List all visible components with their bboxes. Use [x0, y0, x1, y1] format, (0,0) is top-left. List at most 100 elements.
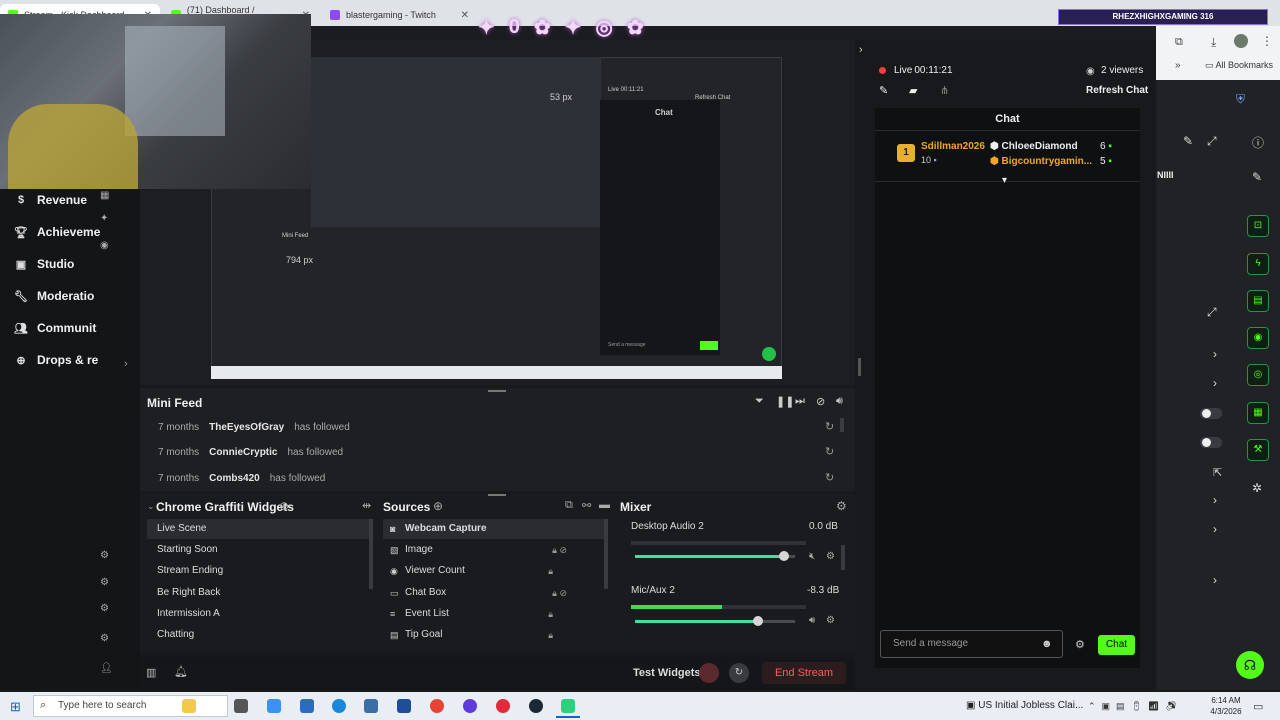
toggle-switch[interactable]: [1200, 437, 1222, 448]
volume-slider[interactable]: [635, 616, 795, 626]
lock-icon[interactable]: 🔒︎ ⊘: [552, 583, 567, 603]
source-item[interactable]: ◉ Viewer Count 🔒︎: [383, 561, 605, 581]
wrench-icon[interactable]: ⚒: [1247, 439, 1269, 461]
sidebar-item-achievements[interactable]: 🏆︎ Achieveme: [14, 225, 100, 239]
replay-icon[interactable]: ↻: [825, 420, 834, 433]
gear-icon[interactable]: ⚙: [1075, 638, 1085, 651]
folder-icon[interactable]: ▬: [599, 499, 610, 511]
source-item[interactable]: ▭ Chat Box 🔒︎ ⊘: [383, 583, 605, 603]
scene-item[interactable]: Starting Soon: [147, 540, 373, 560]
clip-icon[interactable]: ▰: [909, 84, 917, 97]
sidebar-item-community[interactable]: 👥︎ Communit: [14, 321, 96, 335]
copilot-icon[interactable]: [267, 699, 281, 713]
clipboard-icon[interactable]: ▤: [1247, 290, 1269, 312]
tool-icon[interactable]: ⚙: [100, 577, 109, 588]
toggle-switch[interactable]: [1200, 408, 1222, 419]
group-icon[interactable]: ⧉: [565, 499, 573, 512]
chevron-right-icon[interactable]: ›: [1213, 376, 1217, 390]
store-icon[interactable]: [364, 699, 378, 713]
close-icon[interactable]: ✕: [461, 10, 469, 21]
gear-icon[interactable]: ⚙: [836, 499, 847, 513]
chevron-right-icon[interactable]: »: [1175, 60, 1181, 71]
chevron-right-icon[interactable]: ›: [1213, 522, 1217, 536]
discord-icon[interactable]: [463, 699, 477, 713]
taskbar-clock[interactable]: 6:14 AM 4/3/2026: [1205, 695, 1247, 717]
notification-icon[interactable]: ▭: [1253, 700, 1263, 713]
scene-item[interactable]: Stream Ending: [147, 561, 373, 581]
settings-icon[interactable]: ⚙: [100, 633, 109, 644]
preview-resize-handle[interactable]: [858, 358, 861, 376]
lock-icon[interactable]: 🔒︎: [548, 625, 553, 645]
scene-item[interactable]: Intermission A: [147, 604, 373, 624]
sidebar-item-studio[interactable]: ▣ Studio: [14, 257, 75, 271]
replay-icon[interactable]: ↻: [825, 445, 834, 458]
add-source-icon[interactable]: ⊕: [433, 499, 443, 513]
expand-icon[interactable]: ⤢: [1207, 134, 1217, 149]
add-scene-icon[interactable]: ⊕: [279, 499, 289, 513]
user-icon[interactable]: 👤︎: [100, 663, 113, 674]
steam-icon[interactable]: [529, 699, 543, 713]
sparkle-icon[interactable]: ✦: [100, 213, 108, 224]
expand-icon[interactable]: ⤢: [1207, 305, 1217, 320]
collapse-chevron-icon[interactable]: ›: [124, 358, 128, 370]
task-view-icon[interactable]: [234, 699, 248, 713]
news-widget[interactable]: ▣ US Initial Jobless Clai...: [966, 700, 1083, 711]
refresh-chat-button[interactable]: Refresh Chat: [1086, 85, 1148, 96]
windows-start-icon[interactable]: ⊞: [10, 699, 21, 715]
tab-twitch[interactable]: blastergaming - Twitch ✕: [322, 4, 477, 26]
more-menu-icon[interactable]: ⋮: [1261, 34, 1273, 48]
chat-user-row[interactable]: ⬢ Bigcountrygamin...: [990, 156, 1092, 167]
sidebar-item-drops[interactable]: ⊕ Drops & re: [14, 353, 98, 367]
slider-knob[interactable]: [779, 551, 789, 561]
scene-item[interactable]: Live Scene: [147, 519, 373, 539]
scrollbar[interactable]: [840, 418, 844, 432]
lightning-icon[interactable]: ϟ: [1247, 253, 1269, 275]
stats-icon[interactable]: ▥: [146, 666, 156, 679]
settings-dots-icon[interactable]: ✲: [1252, 481, 1262, 495]
mute-icon[interactable]: 🔇︎: [809, 551, 815, 562]
sidebar-item-revenue[interactable]: $ Revenue: [14, 193, 87, 207]
chevron-right-icon[interactable]: ›: [1213, 573, 1217, 587]
source-item[interactable]: ▧ Image 🔒︎ ⊘: [383, 540, 605, 560]
scrollbar[interactable]: [841, 545, 845, 570]
chevron-right-icon[interactable]: ›: [1213, 493, 1217, 507]
gear-icon[interactable]: ⚙: [826, 551, 835, 562]
tool-icon[interactable]: ⚙: [100, 603, 109, 614]
transition-icon[interactable]: ⇹: [362, 499, 371, 512]
external-icon[interactable]: ⇱: [1213, 466, 1222, 479]
tool-icon[interactable]: ▦: [100, 190, 109, 201]
slider-knob[interactable]: [753, 616, 763, 626]
emoji-icon[interactable]: ☻: [1041, 638, 1053, 650]
chat-message-input[interactable]: Send a message: [880, 630, 1063, 658]
chat-icon[interactable]: ◉: [1247, 327, 1269, 349]
gear-icon[interactable]: ⚙: [826, 615, 835, 626]
pencil-icon[interactable]: ✎: [1183, 134, 1193, 148]
filter-icon[interactable]: ⏷: [755, 395, 764, 408]
record-button[interactable]: [699, 663, 719, 683]
streamlabs-icon[interactable]: [561, 699, 575, 713]
sidebar-item-moderation[interactable]: 🔧︎ Moderatio: [14, 289, 94, 303]
scene-item[interactable]: Chatting: [147, 625, 373, 645]
chat-send-button[interactable]: Chat: [1098, 635, 1135, 655]
share-icon[interactable]: ⋔: [940, 84, 949, 97]
source-item[interactable]: ◙ Webcam Capture: [383, 519, 605, 539]
broadcast-icon[interactable]: ◎: [1247, 364, 1269, 386]
chevron-right-icon[interactable]: ›: [1213, 347, 1217, 361]
source-item[interactable]: ≡ Event List 🔒︎: [383, 604, 605, 624]
tool-icon[interactable]: ⚙: [100, 550, 109, 561]
chrome-icon[interactable]: [430, 699, 444, 713]
source-item[interactable]: ▤ Tip Goal 🔒︎: [383, 625, 605, 645]
all-bookmarks[interactable]: ▭ All Bookmarks: [1205, 60, 1273, 71]
volume-icon[interactable]: 🔊︎: [836, 395, 843, 408]
chevron-right-icon[interactable]: ›: [859, 44, 863, 56]
drag-handle[interactable]: [488, 494, 506, 496]
pause-icon[interactable]: ❚❚: [776, 395, 794, 408]
support-icon[interactable]: ☊: [1236, 651, 1264, 679]
widgets-icon[interactable]: [182, 699, 196, 713]
edge-icon[interactable]: [332, 699, 346, 713]
replay-icon[interactable]: ↻: [825, 471, 834, 484]
filter-icon[interactable]: ⚯: [582, 499, 591, 512]
edit-icon[interactable]: ✎: [879, 84, 888, 97]
replay-buffer-icon[interactable]: ↻: [729, 663, 749, 683]
download-icon[interactable]: ⤓: [1211, 35, 1216, 50]
